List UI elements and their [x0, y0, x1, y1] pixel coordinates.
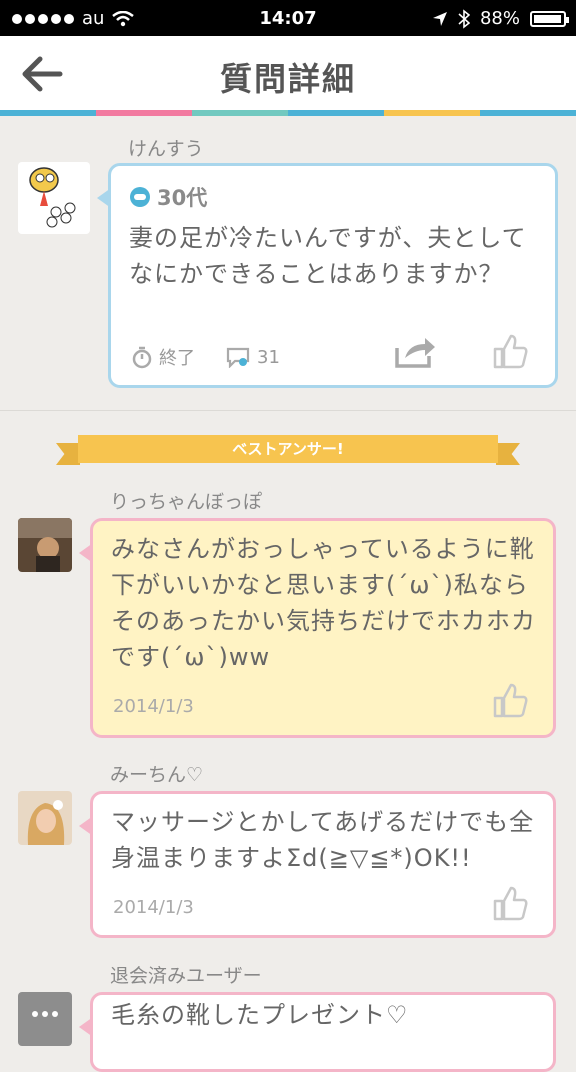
question-username[interactable]: けんすう: [128, 134, 204, 161]
answer-date: 2014/1/3: [113, 897, 194, 918]
answer-text: みなさんがおっしゃっているように靴下がいいかなと思います(´ω`)私ならそのあっ…: [111, 535, 536, 671]
answer-username[interactable]: 退会済みユーザー: [110, 961, 262, 988]
default-user-icon: [32, 1011, 58, 1017]
avatar[interactable]: [18, 791, 72, 845]
answer-text: マッサージとかしてあげるだけでも全身温まりますよΣd(≧▽≦*)OK!!: [111, 808, 535, 872]
best-answer-bubble: みなさんがおっしゃっているように靴下がいいかなと思います(´ω`)私ならそのあっ…: [79, 518, 556, 738]
page-title: 質問詳細: [219, 60, 356, 98]
best-answer-ribbon: ベストアンサー!: [78, 435, 498, 463]
avatar[interactable]: [18, 518, 72, 572]
answer-date: 2014/1/3: [113, 696, 194, 717]
person-icon: [130, 187, 150, 207]
divider: [0, 410, 576, 411]
like-icon[interactable]: [491, 332, 529, 370]
photo-avatar-icon: [18, 518, 72, 572]
question-status: 終了 31: [131, 344, 280, 370]
like-icon[interactable]: [491, 884, 529, 922]
question-bubble: 30代 妻の足が冷たいんですが、夫としてなにかできることはありますか？ 終了 3…: [97, 163, 558, 388]
age-label: 30代: [157, 186, 208, 210]
answer-username[interactable]: みーちん♡: [110, 760, 203, 787]
photo-avatar-icon: [18, 791, 72, 845]
stopwatch-icon: [132, 346, 152, 369]
battery-icon: [530, 10, 569, 27]
answer-bubble: マッサージとかしてあげるだけでも全身温まりますよΣd(≧▽≦*)OK!! 201…: [79, 791, 556, 938]
question-text: 妻の足が冷たいんですが、夫としてなにかできることはありますか？: [129, 224, 527, 288]
answer-text: 毛糸の靴したプレゼント♡: [111, 1001, 409, 1029]
like-icon[interactable]: [491, 681, 529, 719]
ribbon-right-end: [496, 443, 520, 465]
avatar[interactable]: [18, 992, 72, 1046]
rocket-avatar-icon: [29, 167, 76, 228]
answer-username[interactable]: りっちゃんぼっぽ: [110, 487, 262, 514]
color-stripe: [0, 110, 576, 116]
navigation-bar: 質問詳細: [0, 36, 576, 110]
ribbon-left-end: [56, 443, 80, 465]
bluetooth-icon: [458, 8, 470, 29]
avatar[interactable]: [18, 162, 90, 234]
share-icon[interactable]: [393, 334, 437, 370]
comment-icon: [226, 347, 250, 368]
location-icon: [432, 11, 447, 26]
question-age: 30代: [129, 182, 207, 212]
comment-count: 31: [257, 346, 280, 368]
status-label: 終了: [159, 348, 195, 369]
battery-percent: 88%: [479, 8, 520, 29]
answer-bubble: 毛糸の靴したプレゼント♡: [79, 992, 556, 1072]
status-bar: au 14:07 88%: [0, 0, 576, 36]
